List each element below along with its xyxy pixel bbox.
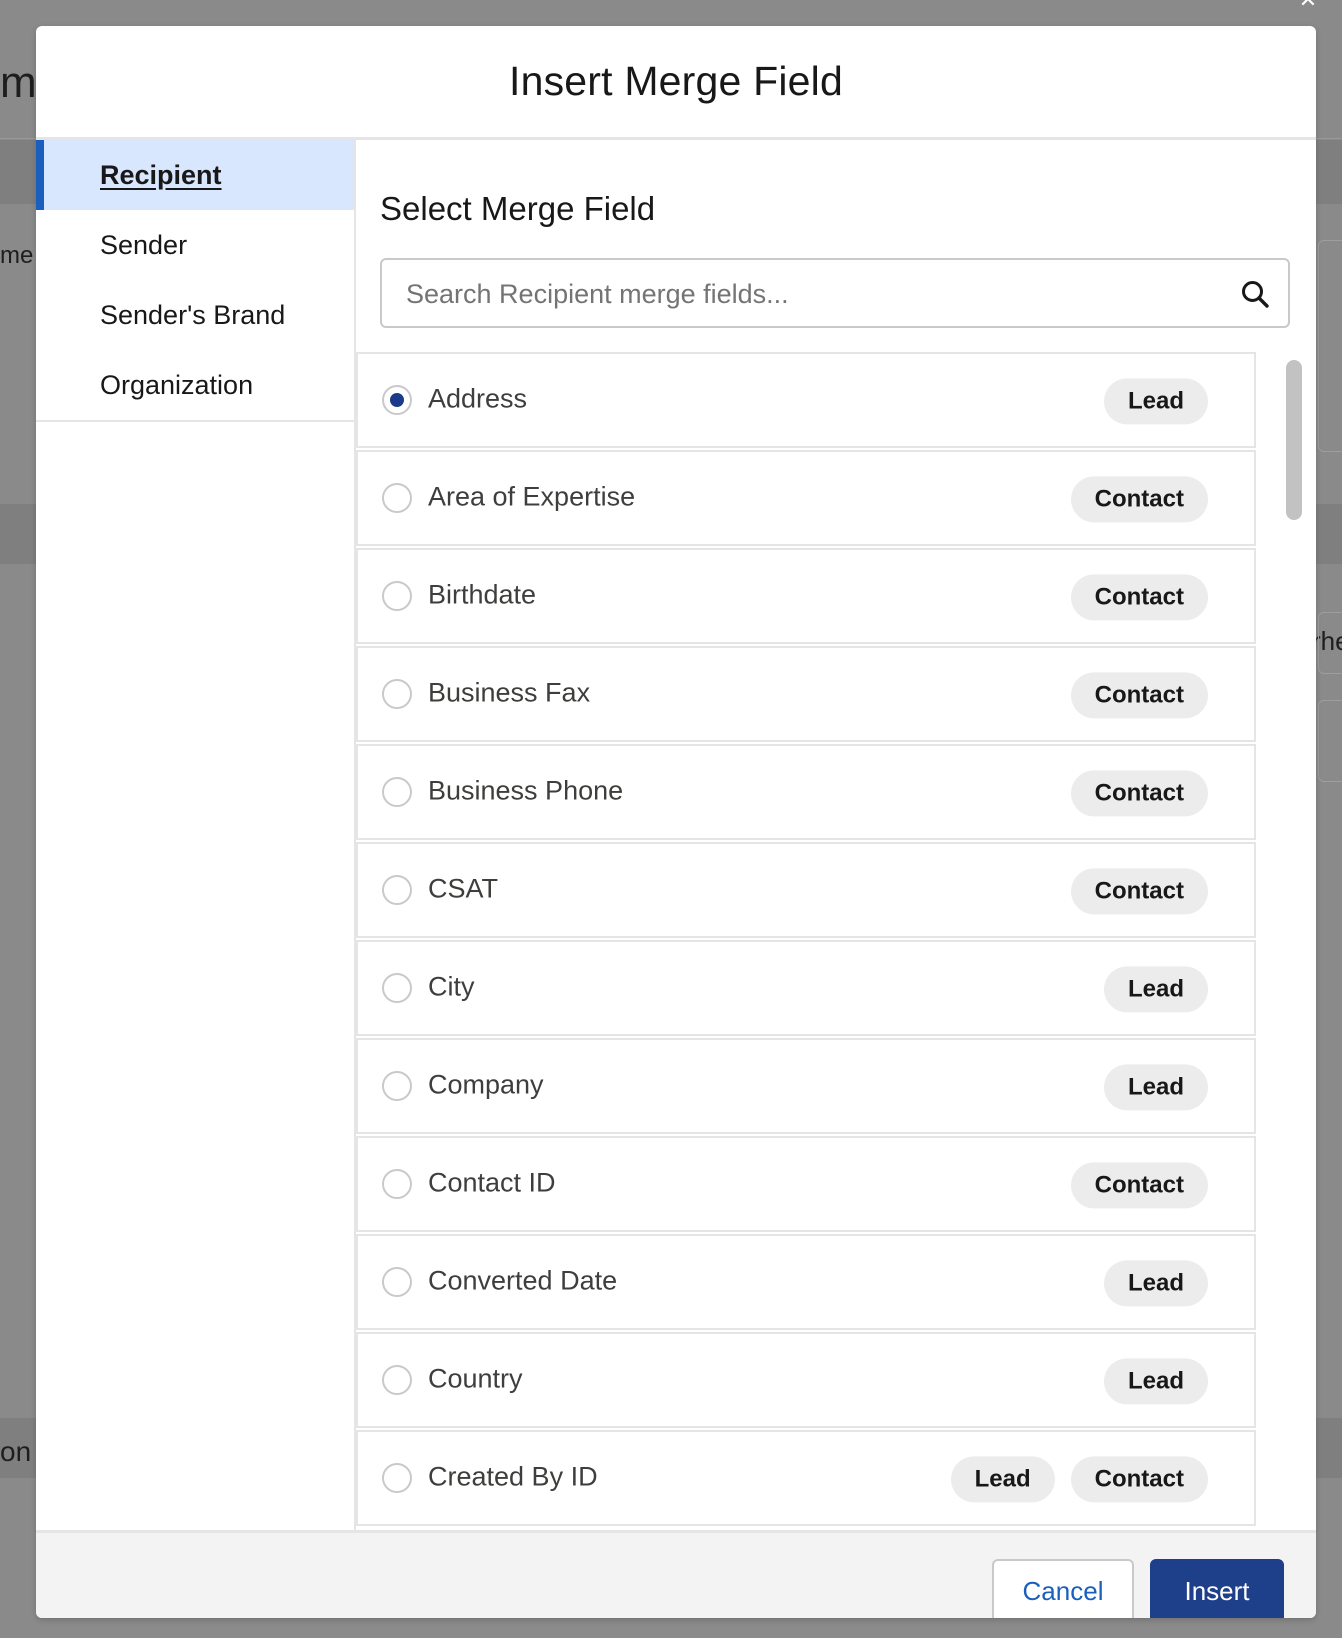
radio-button[interactable] (382, 679, 412, 709)
radio-button[interactable] (382, 777, 412, 807)
object-badge: Contact (1070, 770, 1208, 817)
radio-button[interactable] (382, 1169, 412, 1199)
field-row-city[interactable]: City Lead (356, 940, 1256, 1036)
field-label: Birthdate (428, 579, 537, 610)
object-badge: Lead (950, 1456, 1055, 1503)
badge-group: Lead Contact (950, 1456, 1208, 1503)
merge-field-category-nav: Recipient Sender Sender's Brand Organiza… (36, 140, 356, 1532)
radio-button[interactable] (382, 1365, 412, 1395)
nav-item-senders-brand[interactable]: Sender's Brand (36, 280, 354, 350)
badge-group: Contact (1070, 476, 1208, 523)
field-label: Address (428, 383, 528, 414)
nav-item-label: Organization (100, 369, 254, 400)
object-badge: Contact (1070, 1162, 1208, 1209)
background-box (1318, 240, 1342, 452)
background-text: on (0, 1436, 32, 1467)
badge-group: Contact (1070, 770, 1208, 817)
search-input[interactable] (404, 260, 1228, 328)
badge-group: Lead (1103, 1064, 1208, 1111)
nav-item-label: Sender's Brand (100, 299, 286, 330)
insert-merge-field-modal: Insert Merge Field Recipient Sender Send… (36, 26, 1316, 1618)
nav-item-label: Recipient (100, 159, 222, 190)
radio-button[interactable] (382, 875, 412, 905)
modal-footer: Cancel Insert (36, 1530, 1316, 1618)
badge-group: Lead (1103, 378, 1208, 425)
field-row-converted-date[interactable]: Converted Date Lead (356, 1234, 1256, 1330)
field-label: Area of Expertise (428, 481, 636, 512)
badge-group: Contact (1070, 574, 1208, 621)
field-row-company[interactable]: Company Lead (356, 1038, 1256, 1134)
badge-group: Lead (1103, 1358, 1208, 1405)
object-badge: Lead (1103, 378, 1208, 425)
background-box (1318, 700, 1342, 782)
object-badge: Contact (1070, 672, 1208, 719)
search-box (380, 258, 1290, 328)
field-label: Company (428, 1069, 544, 1100)
search-icon[interactable] (1240, 279, 1270, 309)
nav-item-organization[interactable]: Organization (36, 350, 354, 420)
badge-group: Lead (1103, 966, 1208, 1013)
radio-button[interactable] (382, 1071, 412, 1101)
modal-header: Insert Merge Field (36, 26, 1316, 140)
badge-group: Lead (1103, 1260, 1208, 1307)
scrollbar-thumb[interactable] (1286, 360, 1302, 520)
badge-group: Contact (1070, 672, 1208, 719)
nav-item-recipient[interactable]: Recipient (36, 140, 354, 210)
close-icon[interactable]: ✕ (1298, 0, 1318, 11)
radio-button[interactable] (382, 973, 412, 1003)
field-label: Business Phone (428, 775, 624, 806)
field-label: Converted Date (428, 1265, 618, 1296)
field-row-business-fax[interactable]: Business Fax Contact (356, 646, 1256, 742)
section-title: Select Merge Field (380, 190, 656, 227)
object-badge: Contact (1070, 1456, 1208, 1503)
field-label: CSAT (428, 873, 499, 904)
object-badge: Lead (1103, 1064, 1208, 1111)
list-scrollbar[interactable] (1286, 352, 1302, 1532)
object-badge: Lead (1103, 1358, 1208, 1405)
field-row-area-of-expertise[interactable]: Area of Expertise Contact (356, 450, 1256, 546)
nav-list: Recipient Sender Sender's Brand Organiza… (36, 140, 354, 422)
object-badge: Contact (1070, 476, 1208, 523)
insert-button[interactable]: Insert (1150, 1559, 1284, 1618)
radio-button[interactable] (382, 483, 412, 513)
nav-item-sender[interactable]: Sender (36, 210, 354, 280)
modal-title: Insert Merge Field (508, 58, 843, 104)
field-row-created-by-id[interactable]: Created By ID Lead Contact (356, 1430, 1256, 1526)
radio-button[interactable] (382, 581, 412, 611)
radio-button[interactable] (382, 1267, 412, 1297)
merge-field-list: Address Lead Area of Expertise Contact B… (356, 352, 1256, 1532)
field-row-contact-id[interactable]: Contact ID Contact (356, 1136, 1256, 1232)
nav-item-label: Sender (100, 229, 188, 260)
badge-group: Contact (1070, 1162, 1208, 1209)
field-label: Contact ID (428, 1167, 556, 1198)
radio-button[interactable] (382, 1463, 412, 1493)
field-row-address[interactable]: Address Lead (356, 352, 1256, 448)
object-badge: Lead (1103, 966, 1208, 1013)
background-text: me (0, 242, 34, 269)
object-badge: Contact (1070, 574, 1208, 621)
field-label: Business Fax (428, 677, 591, 708)
field-row-csat[interactable]: CSAT Contact (356, 842, 1256, 938)
merge-field-panel: Select Merge Field Address Lead Area of … (356, 140, 1316, 1532)
field-row-business-phone[interactable]: Business Phone Contact (356, 744, 1256, 840)
object-badge: Lead (1103, 1260, 1208, 1307)
object-badge: Contact (1070, 868, 1208, 915)
field-label: Country (428, 1363, 523, 1394)
cancel-button[interactable]: Cancel (992, 1559, 1134, 1618)
background-box (1318, 612, 1342, 674)
badge-group: Contact (1070, 868, 1208, 915)
field-row-country[interactable]: Country Lead (356, 1332, 1256, 1428)
field-row-birthdate[interactable]: Birthdate Contact (356, 548, 1256, 644)
field-label: Created By ID (428, 1461, 598, 1492)
radio-button[interactable] (382, 385, 412, 415)
field-label: City (428, 971, 475, 1002)
